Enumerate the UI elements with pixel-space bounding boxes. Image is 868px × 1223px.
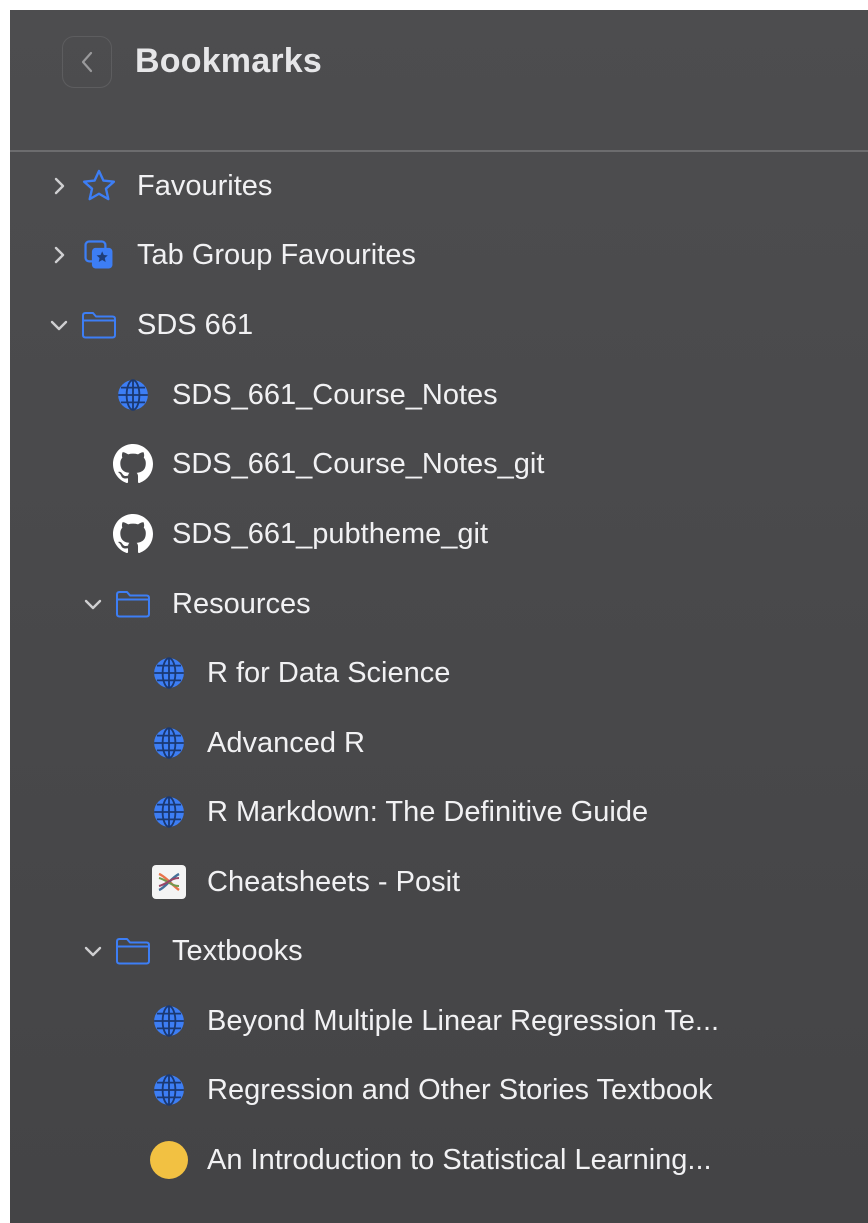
bookmark-folder-resources[interactable]: Resources <box>10 574 868 634</box>
bookmark-label: Advanced R <box>207 726 365 759</box>
bookmark-label: SDS 661 <box>137 308 254 341</box>
bookmark-label: Textbooks <box>172 934 303 967</box>
folder-icon <box>111 929 155 973</box>
bookmark-label: Favourites <box>137 169 273 202</box>
tab-group-star-icon <box>77 233 121 277</box>
globe-icon <box>147 651 191 695</box>
chevron-down-icon[interactable] <box>48 314 70 336</box>
globe-icon <box>147 999 191 1043</box>
chevron-down-icon[interactable] <box>82 940 104 962</box>
bookmark-label: SDS_661_Course_Notes_git <box>172 447 545 480</box>
bookmark-label: R Markdown: The Definitive Guide <box>207 795 649 828</box>
bookmark-item[interactable]: Regression and Other Stories Textbook <box>10 1060 868 1120</box>
bookmark-label: SDS_661_pubtheme_git <box>172 517 489 550</box>
bookmark-folder-favourites[interactable]: Favourites <box>10 156 868 216</box>
bookmark-item[interactable]: Advanced R <box>10 713 868 773</box>
globe-icon <box>147 1068 191 1112</box>
globe-icon <box>147 790 191 834</box>
chevron-left-icon <box>79 50 95 74</box>
bookmark-label: Resources <box>172 587 311 620</box>
bookmark-label: SDS_661_Course_Notes <box>172 378 498 411</box>
bookmark-label: R for Data Science <box>207 656 451 689</box>
bookmark-item[interactable]: Beyond Multiple Linear Regression Te... <box>10 991 868 1051</box>
bookmark-folder-textbooks[interactable]: Textbooks <box>10 921 868 981</box>
folder-icon <box>77 303 121 347</box>
chevron-down-icon[interactable] <box>82 593 104 615</box>
bookmark-label: Beyond Multiple Linear Regression Te... <box>207 1004 720 1037</box>
star-icon <box>77 164 121 208</box>
bookmark-label: Regression and Other Stories Textbook <box>207 1073 713 1106</box>
bookmark-item[interactable]: R Markdown: The Definitive Guide <box>10 782 868 842</box>
bookmark-item[interactable]: R for Data Science <box>10 643 868 703</box>
page-title: Bookmarks <box>135 42 322 80</box>
globe-icon <box>147 721 191 765</box>
github-icon <box>111 512 155 556</box>
bookmark-label: Tab Group Favourites <box>137 238 416 271</box>
back-button[interactable] <box>62 36 112 88</box>
yellow-circle-icon <box>147 1138 191 1182</box>
bookmark-item[interactable]: SDS_661_Course_Notes <box>10 365 868 425</box>
bookmark-item[interactable]: SDS_661_pubtheme_git <box>10 504 868 564</box>
chevron-right-icon[interactable] <box>48 175 70 197</box>
bookmark-label: Cheatsheets - Posit <box>207 865 461 898</box>
bookmark-item[interactable]: SDS_661_Course_Notes_git <box>10 434 868 494</box>
folder-icon <box>111 582 155 626</box>
chevron-right-icon[interactable] <box>48 244 70 266</box>
sidebar-header: Bookmarks <box>10 10 868 152</box>
posit-icon <box>147 860 191 904</box>
bookmark-label: An Introduction to Statistical Learning.… <box>207 1143 712 1176</box>
bookmark-folder-sds-661[interactable]: SDS 661 <box>10 295 868 355</box>
bookmark-item[interactable]: Cheatsheets - Posit <box>10 852 868 912</box>
bookmark-folder-tab-group-favourites[interactable]: Tab Group Favourites <box>10 225 868 285</box>
bookmarks-sidebar: Bookmarks Favourites Tab Group Favourite… <box>10 10 868 1223</box>
globe-icon <box>111 373 155 417</box>
github-icon <box>111 442 155 486</box>
bookmark-item[interactable]: An Introduction to Statistical Learning.… <box>10 1130 868 1190</box>
